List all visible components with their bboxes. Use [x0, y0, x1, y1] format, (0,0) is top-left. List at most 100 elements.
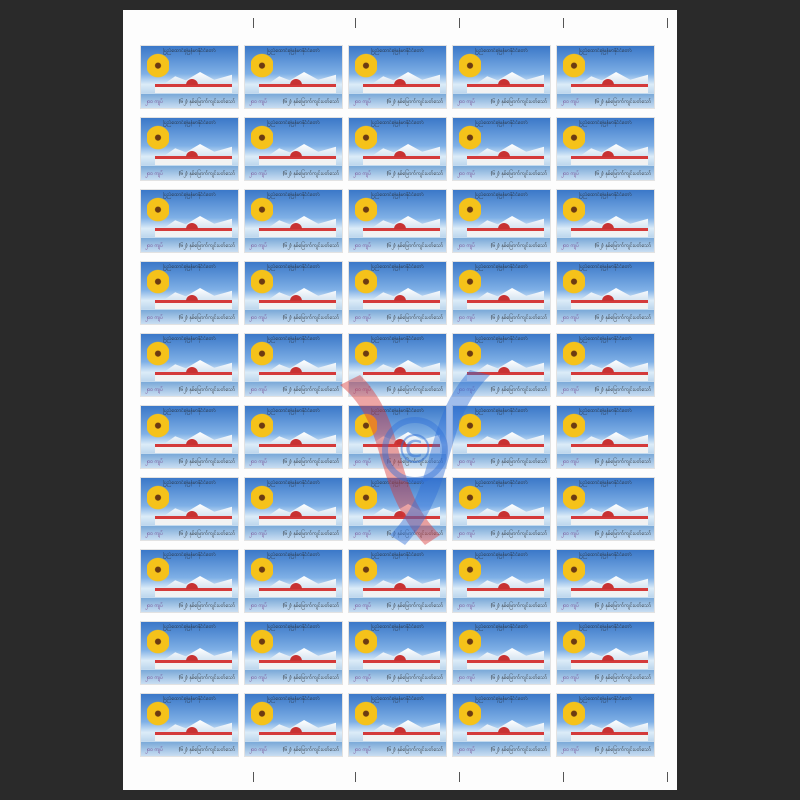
- flower-icon: [459, 485, 481, 513]
- perforation-tick: [667, 18, 668, 28]
- stamp-top-text: ပြည်ထောင်စုမြန်မာနိုင်ငံတော်: [371, 624, 424, 630]
- stamp: ပြည်ထောင်စုမြန်မာနိုင်ငံတော် ၂၀၀ ကျပ် (၆၂)…: [141, 622, 238, 684]
- stamp-top-text: ပြည်ထောင်စုမြန်မာနိုင်ငံတော်: [163, 480, 216, 486]
- stamp-value: ၂၀၀ ကျပ်: [561, 387, 580, 393]
- building-graphic: [363, 511, 440, 525]
- stamp-top-text: ပြည်ထောင်စုမြန်မာနိုင်ငံတော်: [267, 408, 320, 414]
- flower-icon: [147, 557, 169, 585]
- stamp-top-text: ပြည်ထောင်စုမြန်မာနိုင်ငံတော်: [267, 480, 320, 486]
- flower-icon: [459, 557, 481, 585]
- building-graphic: [363, 151, 440, 165]
- stamp-caption: (၆၂) နှစ်မြောက်ကျင်းပတ်သော်: [178, 675, 235, 681]
- flower-icon: [563, 341, 585, 369]
- stamp-top-text: ပြည်ထောင်စုမြန်မာနိုင်ငံတော်: [163, 192, 216, 198]
- stamp-caption: (၆၂) နှစ်မြောက်ကျင်းပတ်သော်: [178, 459, 235, 465]
- building-graphic: [155, 511, 232, 525]
- stamp-caption: (၆၂) နှစ်မြောက်ကျင်းပတ်သော်: [490, 747, 547, 753]
- stamp-value: ၂၀၀ ကျပ်: [457, 387, 476, 393]
- stamp-top-text: ပြည်ထောင်စုမြန်မာနိုင်ငံတော်: [579, 192, 632, 198]
- stamp: ပြည်ထောင်စုမြန်မာနိုင်ငံတော် ၂၀၀ ကျပ် (၆၂)…: [245, 262, 342, 324]
- stamp-top-text: ပြည်ထောင်စုမြန်မာနိုင်ငံတော်: [475, 408, 528, 414]
- stamp-value: ၂၀၀ ကျပ်: [561, 459, 580, 465]
- flower-icon: [355, 701, 377, 729]
- stamp-value: ၂၀၀ ကျပ်: [249, 531, 268, 537]
- flower-icon: [355, 485, 377, 513]
- stamp-caption: (၆၂) နှစ်မြောက်ကျင်းပတ်သော်: [386, 603, 443, 609]
- stamp-value: ၂၀၀ ကျပ်: [145, 387, 164, 393]
- stamp: ပြည်ထောင်စုမြန်မာနိုင်ငံတော် ၂၀၀ ကျပ် (၆၂)…: [141, 334, 238, 396]
- stamp-caption: (၆၂) နှစ်မြောက်ကျင်းပတ်သော်: [594, 243, 651, 249]
- building-graphic: [259, 727, 336, 741]
- perforation-tick: [459, 772, 460, 782]
- stamp-caption: (၆၂) နှစ်မြောက်ကျင်းပတ်သော်: [282, 459, 339, 465]
- stamp: ပြည်ထောင်စုမြန်မာနိုင်ငံတော် ၂၀၀ ကျပ် (၆၂)…: [349, 550, 446, 612]
- flower-icon: [563, 53, 585, 81]
- stamp-value: ၂၀၀ ကျပ်: [145, 603, 164, 609]
- stamp: ပြည်ထောင်စုမြန်မာနိုင်ငံတော် ၂၀၀ ကျပ် (၆၂)…: [349, 262, 446, 324]
- stamp-value: ၂၀၀ ကျပ်: [353, 99, 372, 105]
- stamp: ပြည်ထောင်စုမြန်မာနိုင်ငံတော် ၂၀၀ ကျပ် (၆၂)…: [245, 550, 342, 612]
- flower-icon: [563, 125, 585, 153]
- stamp: ပြည်ထောင်စုမြန်မာနိုင်ငံတော် ၂၀၀ ကျပ် (၆၂)…: [245, 406, 342, 468]
- flower-icon: [563, 557, 585, 585]
- stamp-top-text: ပြည်ထောင်စုမြန်မာနိုင်ငံတော်: [267, 624, 320, 630]
- stamp-caption: (၆၂) နှစ်မြောက်ကျင်းပတ်သော်: [594, 531, 651, 537]
- stamp-top-text: ပြည်ထောင်စုမြန်မာနိုင်ငံတော်: [371, 336, 424, 342]
- stamp-top-text: ပြည်ထောင်စုမြန်မာနိုင်ငံတော်: [371, 696, 424, 702]
- building-graphic: [259, 79, 336, 93]
- stamp-caption: (၆၂) နှစ်မြောက်ကျင်းပတ်သော်: [594, 747, 651, 753]
- stamp-top-text: ပြည်ထောင်စုမြန်မာနိုင်ငံတော်: [579, 264, 632, 270]
- stamp-value: ၂၀၀ ကျပ်: [145, 315, 164, 321]
- stamp-value: ၂၀၀ ကျပ်: [249, 747, 268, 753]
- perforation-tick: [253, 18, 254, 28]
- stamp-top-text: ပြည်ထောင်စုမြန်မာနိုင်ငံတော်: [267, 336, 320, 342]
- stamp-top-text: ပြည်ထောင်စုမြန်မာနိုင်ငံတော်: [579, 552, 632, 558]
- stamp-top-text: ပြည်ထောင်စုမြန်မာနိုင်ငံတော်: [475, 624, 528, 630]
- stamp: ပြည်ထောင်စုမြန်မာနိုင်ငံတော် ၂၀၀ ကျပ် (၆၂)…: [141, 262, 238, 324]
- stamp: ပြည်ထောင်စုမြန်မာနိုင်ငံတော် ၂၀၀ ကျပ် (၆၂)…: [557, 550, 654, 612]
- building-graphic: [155, 655, 232, 669]
- building-graphic: [467, 727, 544, 741]
- building-graphic: [571, 727, 648, 741]
- flower-icon: [355, 269, 377, 297]
- stamp-top-text: ပြည်ထောင်စုမြန်မာနိုင်ငံတော်: [267, 264, 320, 270]
- stamp-caption: (၆၂) နှစ်မြောက်ကျင်းပတ်သော်: [178, 315, 235, 321]
- stamp-caption: (၆၂) နှစ်မြောက်ကျင်းပတ်သော်: [282, 243, 339, 249]
- stamp-value: ၂၀၀ ကျပ်: [353, 459, 372, 465]
- building-graphic: [259, 223, 336, 237]
- stamp-caption: (၆၂) နှစ်မြောက်ကျင်းပတ်သော်: [594, 99, 651, 105]
- building-graphic: [155, 583, 232, 597]
- building-graphic: [571, 295, 648, 309]
- stamp: ပြည်ထောင်စုမြန်မာနိုင်ငံတော်၂၀၀ ကျပ် (၆၂)…: [245, 334, 342, 396]
- flower-icon: [147, 341, 169, 369]
- stamp-caption: (၆၂) နှစ်မြောက်ကျင်းပတ်သော်: [282, 387, 339, 393]
- stamp-top-text: ပြည်ထောင်စုမြန်မာနိုင်ငံတော်: [163, 336, 216, 342]
- stamp-caption: (၆၂) နှစ်မြောက်ကျင်းပတ်သော်: [386, 531, 443, 537]
- perforation-tick: [355, 18, 356, 28]
- stamp-value: ၂၀၀ ကျပ်: [249, 675, 268, 681]
- stamp: ပြည်ထောင်စုမြန်မာနိုင်ငံတော် ၂၀၀ ကျပ် (၆၂)…: [349, 46, 446, 108]
- stamp-top-text: ပြည်ထောင်စုမြန်မာနိုင်ငံတော်: [267, 48, 320, 54]
- flower-icon: [459, 701, 481, 729]
- stamp-value: ၂၀၀ ကျပ်: [249, 387, 268, 393]
- stamp-caption: (၆၂) နှစ်မြောက်ကျင်းပတ်သော်: [490, 243, 547, 249]
- stamp-caption: (၆၂) နှစ်မြောက်ကျင်းပတ်သော်: [282, 315, 339, 321]
- building-graphic: [571, 151, 648, 165]
- building-graphic: [363, 295, 440, 309]
- stamp-value: ၂၀၀ ကျပ်: [561, 99, 580, 105]
- stamp: ပြည်ထောင်စုမြန်မာနိုင်ငံတော် ၂၀၀ ကျပ် (၆၂)…: [349, 190, 446, 252]
- building-graphic: [259, 439, 336, 453]
- stamp: ပြည်ထောင်စုမြန်မာနိုင်ငံတော် ၂၀၀ ကျပ် (၆၂)…: [141, 694, 238, 756]
- stamp-value: ၂၀၀ ကျပ်: [145, 531, 164, 537]
- stamp-value: ၂၀၀ ကျပ်: [457, 171, 476, 177]
- stamp-value: ၂၀၀ ကျပ်: [353, 531, 372, 537]
- perforation-tick: [355, 772, 356, 782]
- building-graphic: [571, 79, 648, 93]
- flower-icon: [251, 629, 273, 657]
- stamp-value: ၂၀၀ ကျပ်: [561, 603, 580, 609]
- building-graphic: [571, 439, 648, 453]
- stamp-value: ၂၀၀ ကျပ်: [249, 171, 268, 177]
- stamp: ပြည်ထောင်စုမြန်မာနိုင်ငံတော် ၂၀၀ ကျပ် (၆၂)…: [245, 478, 342, 540]
- stamp: ပြည်ထောင်စုမြန်မာနိုင်ငံတော် ၂၀၀ ကျပ် (၆၂)…: [557, 190, 654, 252]
- stamp: ပြည်ထောင်စုမြန်မာနိုင်ငံတော် ၂၀၀ ကျပ် (၆၂)…: [453, 118, 550, 180]
